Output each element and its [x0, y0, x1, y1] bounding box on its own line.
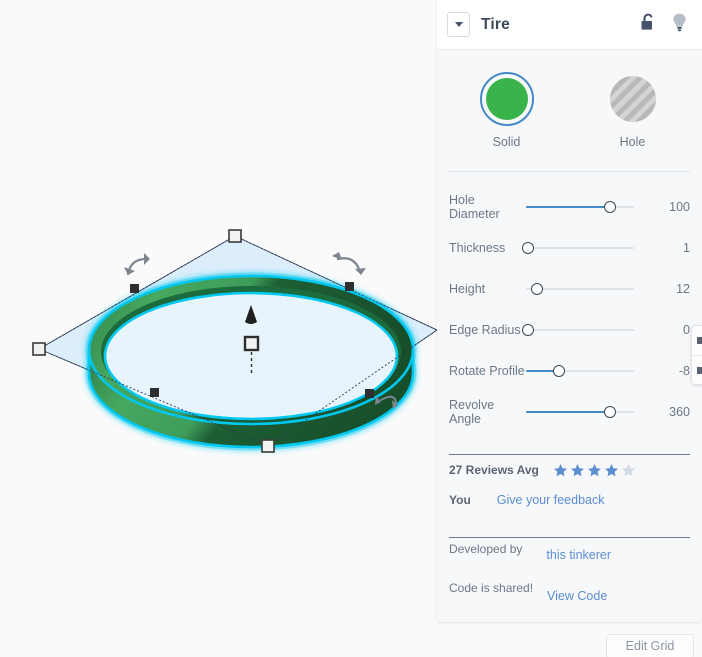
rating-stars[interactable]: [553, 463, 636, 478]
corner-handle-bottom: [261, 439, 275, 453]
slider-track-bg: [526, 328, 634, 331]
slider-row-height: Height 12: [437, 268, 702, 309]
edge-handle-lower-right: [365, 389, 374, 398]
shape-properties-panel: Tire Solid Hole Hole Diameter 100 Thickn…: [437, 0, 702, 622]
slider-thumb-edge-radius[interactable]: [522, 323, 534, 336]
panel-title: Tire: [481, 15, 510, 33]
toolbar-glyph-icon: [697, 337, 702, 344]
give-feedback-link[interactable]: Give your feedback: [497, 493, 605, 507]
edge-handle-lower-left: [150, 388, 159, 397]
floating-toolbar[interactable]: [691, 325, 702, 385]
tire-model-svg[interactable]: [0, 0, 437, 657]
divider-developer: [449, 537, 690, 538]
code-shared-row: Code is shared! View Code: [449, 577, 690, 616]
slider-label-revolve-angle: Revolve Angle: [449, 397, 495, 426]
edge-handle-upper-right: [345, 282, 354, 291]
rotate-arrow-left[interactable]: [124, 253, 150, 276]
slider-value-revolve-angle: 360: [669, 404, 690, 419]
shape-type-selector: Solid Hole: [437, 50, 702, 149]
slider-track-hole-diameter[interactable]: [526, 197, 652, 217]
slider-thumb-rotate-profile[interactable]: [553, 364, 565, 377]
slider-value-edge-radius: 0: [683, 322, 690, 337]
shape-option-hole[interactable]: Hole: [596, 72, 670, 149]
slider-value-height: 12: [676, 281, 690, 296]
tire-solid[interactable]: [85, 272, 417, 451]
feedback-row: You Give your feedback: [449, 485, 690, 515]
edit-grid-button[interactable]: Edit Grid: [606, 634, 694, 657]
slider-label-thickness: Thickness: [449, 240, 506, 255]
slider-track-rotate-profile[interactable]: [526, 361, 652, 381]
you-label: You: [449, 493, 471, 507]
corner-handle-left: [32, 342, 46, 356]
slider-value-thickness: 1: [683, 240, 690, 255]
shape-option-hole-label: Hole: [619, 135, 646, 149]
slider-track-edge-radius[interactable]: [522, 320, 652, 340]
developed-by-row: Developed by this tinkerer: [449, 538, 690, 577]
slider-track-height[interactable]: [526, 279, 652, 299]
slider-label-edge-radius: Edge Radius: [449, 322, 521, 337]
slider-row-revolve-angle: Revolve Angle 360: [437, 391, 702, 432]
developed-by-label: Developed by: [449, 542, 523, 556]
star-icon-filled: [587, 463, 601, 476]
solid-color-swatch: [485, 78, 528, 120]
shape-dropdown-button[interactable]: [447, 12, 470, 37]
view-code-link[interactable]: View Code: [547, 589, 607, 603]
lightbulb-icon[interactable]: [671, 12, 688, 38]
reviews-count-label: 27 Reviews Avg: [449, 463, 539, 477]
slider-value-rotate-profile: -8: [678, 363, 690, 378]
slider-thumb-thickness[interactable]: [522, 241, 534, 254]
hole-hatch-swatch: [609, 76, 656, 122]
developer-section: Developed by this tinkerer Code is share…: [437, 538, 702, 616]
corner-handle-top: [228, 229, 242, 243]
toolbar-glyph-icon: [697, 367, 702, 374]
slider-value-hole-diameter: 100: [669, 199, 690, 214]
solid-swatch-ring: [479, 72, 534, 126]
hole-swatch-ring: [606, 72, 660, 126]
slider-row-rotate-profile: Rotate Profile -8: [437, 350, 702, 391]
rotate-arrow-right[interactable]: [332, 252, 366, 275]
app-root: Tire Solid Hole Hole Diameter 100 Thickn…: [0, 0, 702, 657]
toolbar-item-1[interactable]: [692, 326, 702, 355]
parameter-sliders: Hole Diameter 100 Thickness 1 Height 12 …: [437, 172, 702, 432]
code-shared-label: Code is shared!: [449, 581, 534, 595]
slider-thumb-hole-diameter[interactable]: [604, 200, 616, 213]
star-icon-empty: [621, 463, 635, 476]
shape-option-solid[interactable]: Solid: [470, 72, 544, 149]
slider-row-thickness: Thickness 1: [437, 227, 702, 268]
star-icon-filled: [604, 463, 618, 476]
3d-canvas[interactable]: [0, 0, 437, 657]
unlock-icon[interactable]: [640, 12, 657, 37]
slider-track-bg: [526, 246, 634, 249]
star-icon-filled: [553, 463, 567, 476]
panel-header: Tire: [437, 0, 702, 50]
slider-track-thickness[interactable]: [522, 238, 652, 258]
slider-fill: [526, 410, 610, 413]
slider-thumb-height[interactable]: [531, 282, 543, 295]
slider-row-hole-diameter: Hole Diameter 100: [437, 186, 702, 227]
divider-reviews: [449, 454, 690, 455]
shape-option-solid-label: Solid: [492, 135, 521, 149]
slider-label-hole-diameter: Hole Diameter: [449, 192, 500, 221]
chevron-down-icon: [454, 22, 463, 27]
reviews-row: 27 Reviews Avg: [449, 455, 690, 485]
slider-fill: [526, 205, 610, 208]
slider-label-height: Height: [449, 281, 486, 296]
slider-label-rotate-profile: Rotate Profile: [449, 363, 525, 378]
reviews-section: 27 Reviews Avg You Give your feedback: [437, 455, 702, 515]
developer-link[interactable]: this tinkerer: [546, 548, 611, 562]
slider-row-edge-radius: Edge Radius 0: [437, 309, 702, 350]
edge-handle-upper-left: [130, 284, 139, 293]
star-icon-filled: [570, 463, 584, 476]
toolbar-item-2[interactable]: [692, 356, 702, 385]
slider-thumb-revolve-angle[interactable]: [604, 405, 616, 418]
slider-track-revolve-angle[interactable]: [526, 402, 652, 422]
